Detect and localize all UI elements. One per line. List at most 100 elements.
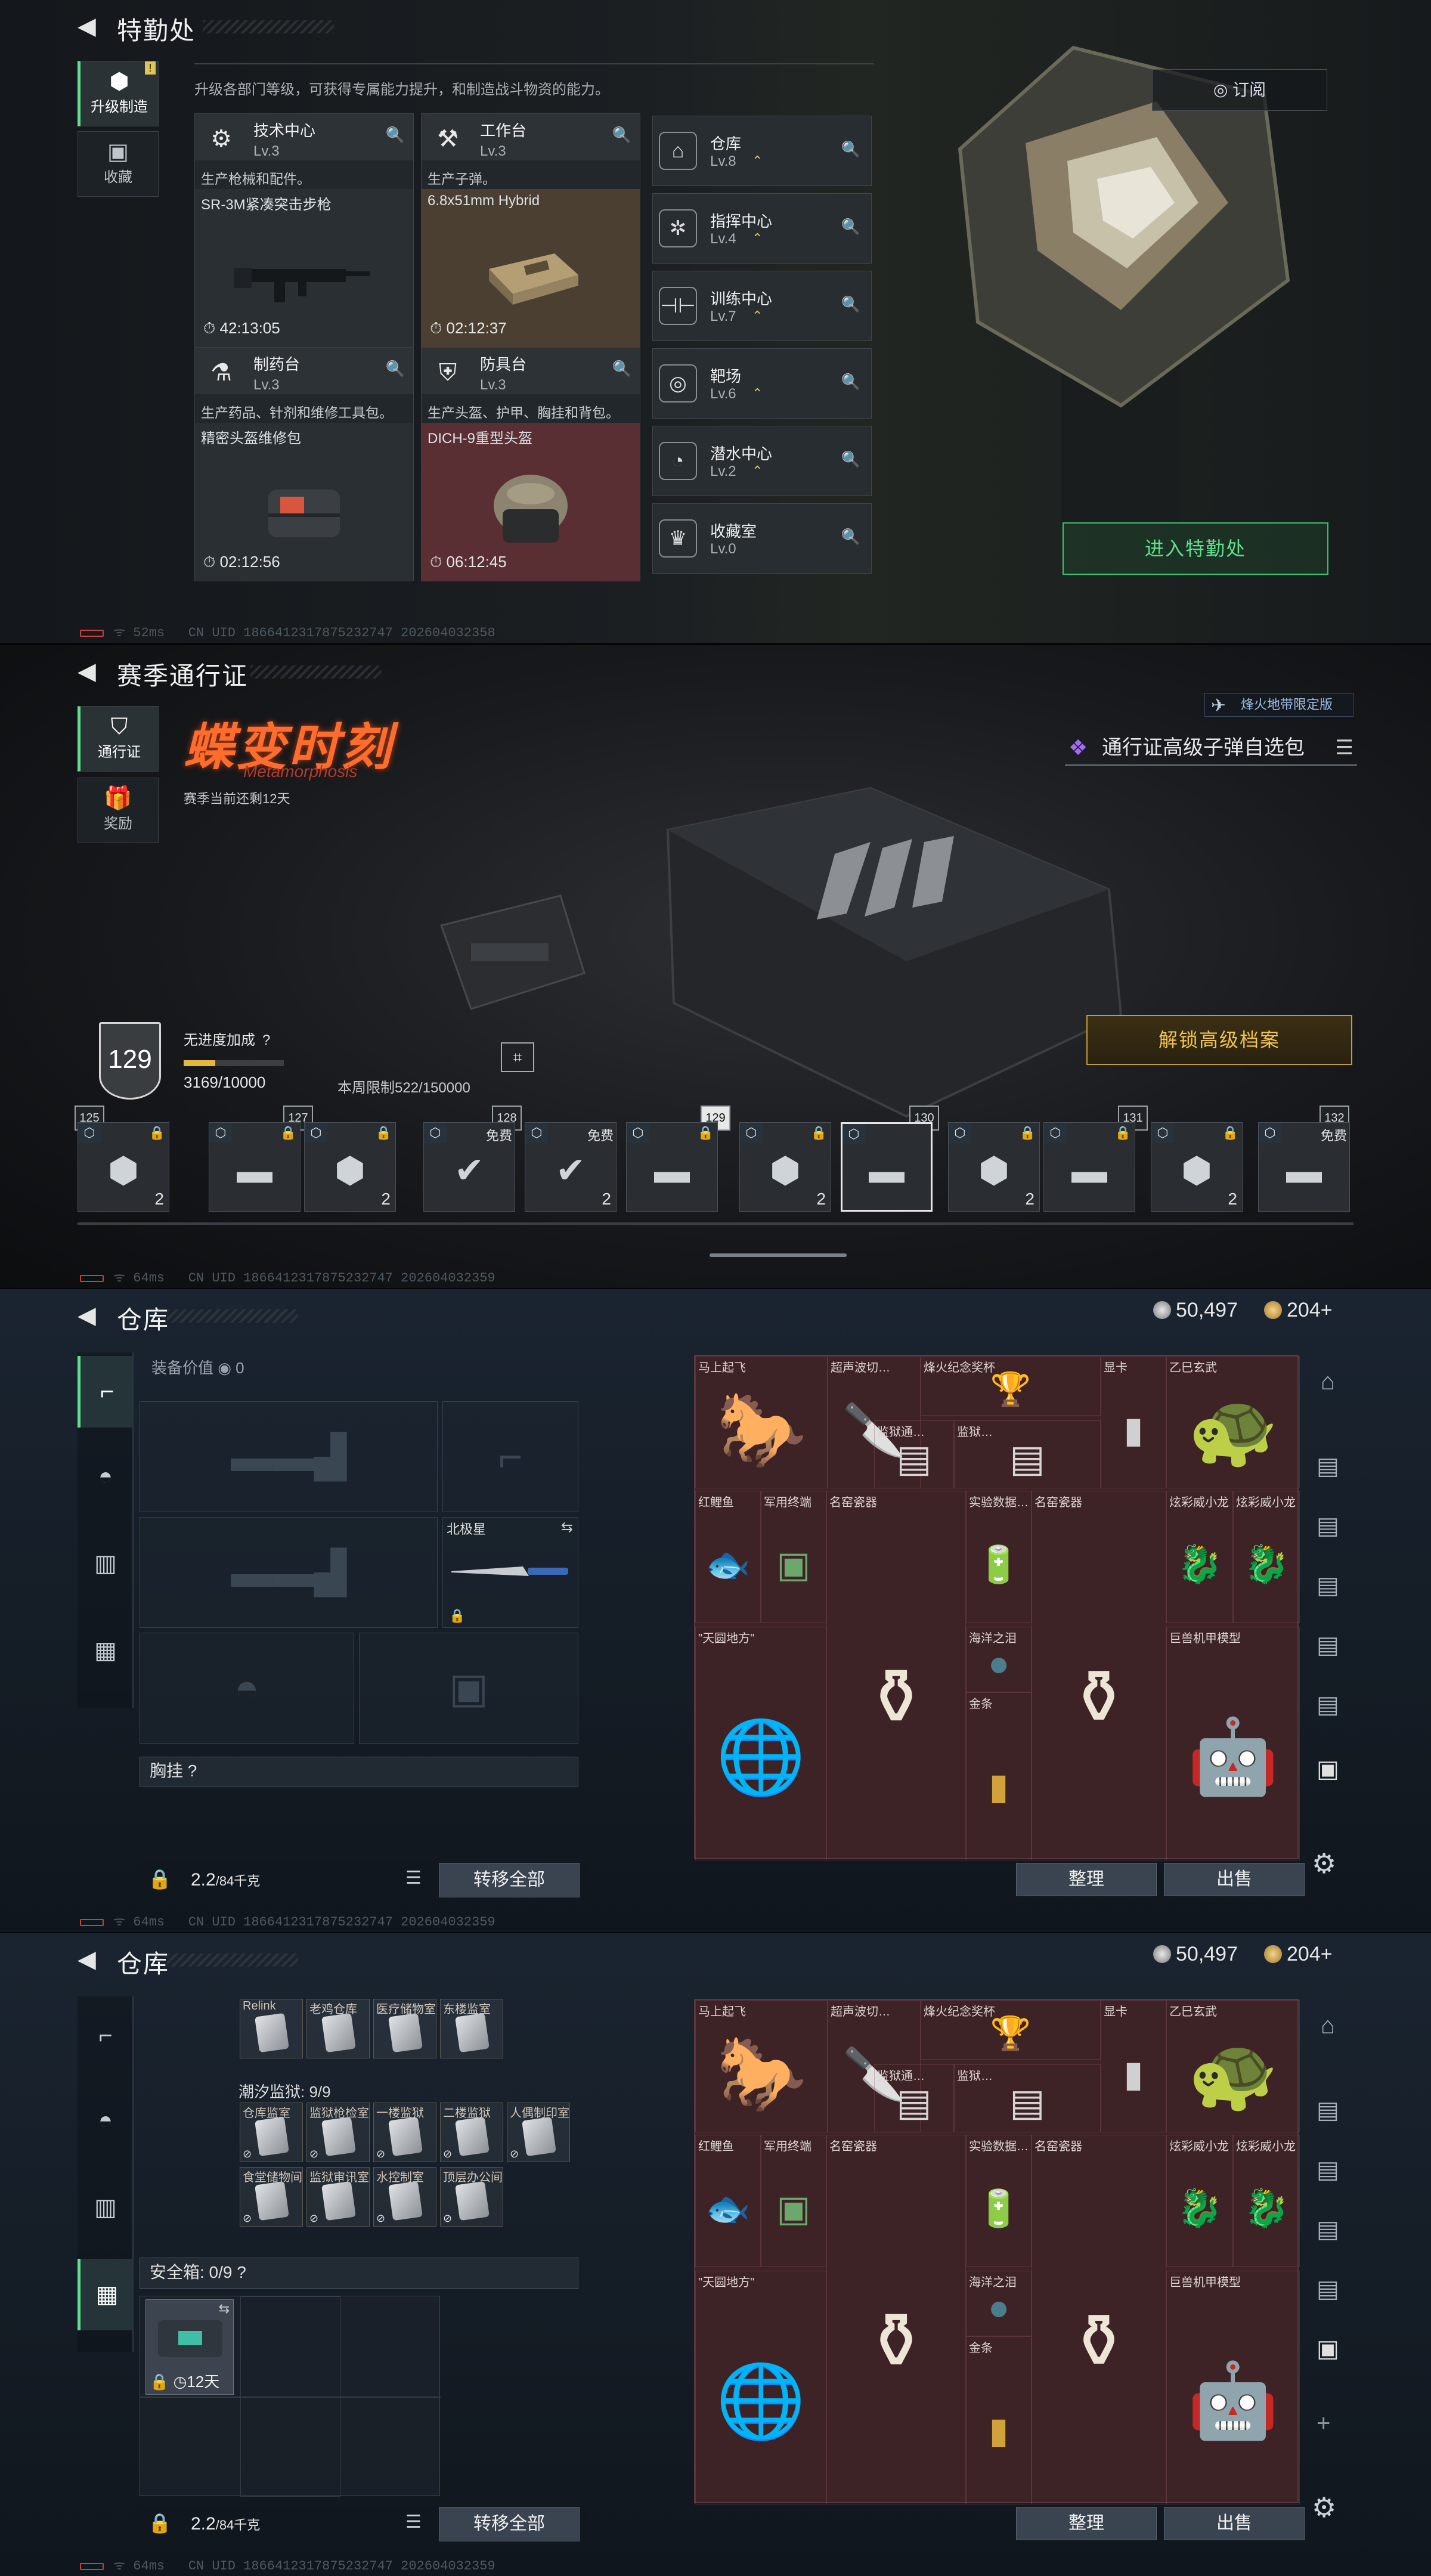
stash-item[interactable]: 显卡 ▮ — [1101, 1356, 1166, 1488]
stash-item[interactable]: 红鲤鱼 🐟 — [695, 1491, 761, 1623]
nav-gear[interactable]: ▥ — [78, 1528, 134, 1599]
magnify-icon[interactable]: 🔍 — [841, 140, 860, 159]
stash-item[interactable]: 烽火纪念奖杯 🏆 — [921, 2000, 1101, 2060]
stash-tab-2[interactable]: ▤ — [1307, 1445, 1349, 1487]
nav-cases[interactable]: ▦ — [78, 1615, 134, 1686]
facility-diving[interactable]: ◔ 潜水中心 Lv.2 ⌃ 🔍 — [652, 426, 872, 496]
facility-training[interactable]: ⊣⊢ 训练中心 Lv.7 ⌃ 🔍 — [652, 271, 872, 341]
magnify-icon[interactable]: 🔍 — [386, 126, 405, 144]
stash-item[interactable]: "天圆地方" 🌐 — [695, 1627, 826, 1860]
nav-helmets[interactable]: ◓ — [78, 1441, 134, 1512]
card-workbench[interactable]: ⚒ 工作台 Lv.3 🔍 生产子弹。 6.8x51mm Hybrid ⏱ 02:… — [421, 113, 640, 348]
chest-rig-slot[interactable]: 胸挂 ? — [140, 1757, 578, 1787]
stash-grid[interactable]: 马上起飞 🐎 超声波切… 🔪 烽火纪念奖杯 🏆 显卡 ▮ 乙巳玄武 🐢 监狱通… ▤ 监狱… ▤ 红鲤鱼 🐟 军… — [694, 1999, 1300, 2504]
lock-icon[interactable]: 🔒 — [148, 2512, 172, 2534]
nav-weapons[interactable]: ⌐ — [78, 2000, 134, 2072]
magnify-icon[interactable]: 🔍 — [841, 373, 860, 391]
stash-item[interactable]: 马上起飞 🐎 — [695, 2000, 828, 2132]
key-card[interactable]: 仓库监室 ⊘ — [240, 2103, 303, 2162]
card-pharmacy[interactable]: ⚗ 制药台 Lv.3 🔍 生产药品、针剂和维修工具包。 精密头盔维修包 ⏱ 02… — [194, 347, 414, 581]
lock-icon[interactable]: 🔒 — [148, 1868, 172, 1890]
nav-cases[interactable]: ▦ — [78, 2259, 134, 2330]
reward-slot[interactable]: ⬢ 🔒 2 ⬡ — [739, 1122, 831, 1212]
gear-icon[interactable]: ⚙ — [1312, 2491, 1336, 2524]
key-card[interactable]: 食堂储物间 ⊘ — [240, 2167, 303, 2227]
stash-item[interactable]: 海洋之泪 ● — [966, 1627, 1032, 1692]
list-icon[interactable]: ☰ — [405, 1868, 422, 1888]
magnify-icon[interactable]: 🔍 — [386, 360, 405, 378]
stash-item[interactable]: 名窑瓷器 ⚱ — [826, 2135, 966, 2504]
magnify-icon[interactable]: 🔍 — [841, 528, 860, 546]
premium-pack-link[interactable]: ❖ 通行证高级子弹自选包 ☰ — [1065, 730, 1357, 766]
key-card[interactable]: 老鸡仓库 — [306, 1999, 370, 2058]
stash-tab-6[interactable]: ▤ — [1307, 1684, 1349, 1726]
money-display[interactable]: 50,497 — [1153, 1299, 1238, 1322]
enter-special-ops-button[interactable]: 进入特勤处 — [1063, 522, 1328, 575]
stash-item[interactable]: 炫彩威小龙 🐉 — [1166, 1491, 1233, 1623]
stash-item[interactable]: 金条 ▮ — [966, 2336, 1032, 2504]
stash-tab-3[interactable]: ▤ — [1307, 1505, 1349, 1547]
reward-slot[interactable]: ▬ 🔒 ⬡ — [626, 1122, 718, 1212]
back-arrow-icon[interactable]: ◀ — [78, 14, 101, 38]
facility-collection[interactable]: ♛ 收藏室 Lv.0 🔍 — [652, 503, 872, 574]
primary-weapon-slot[interactable]: ▬▬▟ — [140, 1401, 438, 1512]
bond-display[interactable]: 204+ — [1264, 1943, 1333, 1966]
reward-slot[interactable]: ▬ 免费 ⬡ — [1258, 1122, 1350, 1212]
stash-tab-4[interactable]: ▤ — [1307, 2209, 1349, 2250]
reward-slot[interactable]: ▬ 🔒 ⬡ — [1043, 1122, 1135, 1212]
facility-warehouse[interactable]: ⌂ 仓库 Lv.8 ⌃ 🔍 — [652, 116, 872, 186]
nav-gear[interactable]: ▥ — [78, 2172, 134, 2243]
sell-button[interactable]: 出售 — [1164, 2507, 1305, 2540]
sort-button[interactable]: 整理 — [1016, 1863, 1157, 1896]
key-card[interactable]: 医疗储物室 — [373, 1999, 436, 2058]
tab-pass[interactable]: ⛉ 通行证 — [78, 706, 159, 772]
stash-item[interactable]: 炫彩威小龙 🐉 — [1233, 1491, 1300, 1623]
tab-rewards[interactable]: 🎁 奖励 — [78, 778, 159, 843]
sort-button[interactable]: 整理 — [1016, 2507, 1157, 2540]
nav-helmets[interactable]: ◓ — [78, 2085, 134, 2156]
reward-slot[interactable]: ⬢ 🔒 2 ⬡ — [304, 1122, 396, 1212]
safe-box-header[interactable]: 安全箱: 0/9 ? — [140, 2258, 578, 2289]
transfer-all-button[interactable]: 转移全部 — [439, 1863, 580, 1897]
stash-tab-collection[interactable]: ▣ — [1307, 2328, 1349, 2370]
track-scrollbar[interactable] — [710, 1253, 847, 1257]
magnify-icon[interactable]: 🔍 — [841, 218, 860, 236]
facility-range[interactable]: ◎ 靶场 Lv.6 ⌃ 🔍 — [652, 348, 872, 419]
help-icon[interactable]: ? — [262, 1032, 270, 1049]
stash-tab-3[interactable]: ▤ — [1307, 2149, 1349, 2191]
reward-slot[interactable]: ▬ 🔒 ⬡ — [209, 1122, 301, 1212]
stash-item[interactable]: 名窑瓷器 ⚱ — [1032, 1491, 1166, 1860]
safe-box-item[interactable]: ⇆ 🔒 ◷12天 — [145, 2299, 234, 2395]
stash-tab-5[interactable]: ▤ — [1307, 1624, 1349, 1666]
pistol-slot[interactable]: ⌐ — [442, 1401, 578, 1512]
stash-item[interactable]: 军用终端 ▣ — [761, 2135, 826, 2267]
stash-item[interactable]: "天圆地方" 🌐 — [695, 2271, 826, 2504]
facility-command[interactable]: ✲ 指挥中心 Lv.4 ⌃ 🔍 — [652, 193, 872, 264]
stash-item[interactable]: 实验数据… 🔋 — [966, 2135, 1032, 2267]
unlock-premium-button[interactable]: 解锁高级档案 — [1086, 1015, 1352, 1065]
list-icon[interactable]: ☰ — [1336, 730, 1353, 766]
stash-tab-collection[interactable]: ▣ — [1307, 1748, 1349, 1790]
card-tech-center[interactable]: ⚙ 技术中心 Lv.3 🔍 生产枪械和配件。 SR-3M紧凑突击步枪 ⏱ 42:… — [194, 113, 414, 348]
stash-item[interactable]: 炫彩威小龙 🐉 — [1233, 2135, 1300, 2267]
stash-item[interactable]: 监狱… ▤ — [954, 1420, 1101, 1488]
back-arrow-icon[interactable]: ◀ — [78, 1304, 101, 1327]
magnify-icon[interactable]: 🔍 — [841, 450, 860, 469]
stash-item[interactable]: 巨兽机甲模型 🤖 — [1166, 1627, 1300, 1860]
stash-item[interactable]: 炫彩威小龙 🐉 — [1166, 2135, 1233, 2267]
magnify-icon[interactable]: 🔍 — [841, 295, 860, 314]
stash-item[interactable]: 烽火纪念奖杯 🏆 — [921, 1356, 1101, 1416]
reward-slot[interactable]: ✔ 免费 2 ⬡ — [525, 1122, 617, 1212]
key-card[interactable]: 监狱审讯室 ⊘ — [306, 2167, 370, 2227]
stash-item[interactable]: 实验数据… 🔋 — [966, 1491, 1032, 1623]
transfer-all-button[interactable]: 转移全部 — [439, 2507, 580, 2541]
stash-item[interactable]: 监狱通… ▤ — [874, 2064, 954, 2132]
armor-slot[interactable]: ▣ — [359, 1633, 578, 1744]
stash-tab-main[interactable]: ⌂ — [1307, 1361, 1349, 1402]
stash-item[interactable]: 乙巳玄武 🐢 — [1166, 1356, 1300, 1488]
stash-item[interactable]: 马上起飞 🐎 — [695, 1356, 828, 1488]
magnify-icon[interactable]: 🔍 — [612, 360, 631, 378]
key-card[interactable]: 东楼监室 — [440, 1999, 503, 2058]
reward-slot[interactable]: ⬢ 🔒 2 ⬡ — [78, 1122, 169, 1212]
stash-item[interactable]: 海洋之泪 ● — [966, 2271, 1032, 2336]
